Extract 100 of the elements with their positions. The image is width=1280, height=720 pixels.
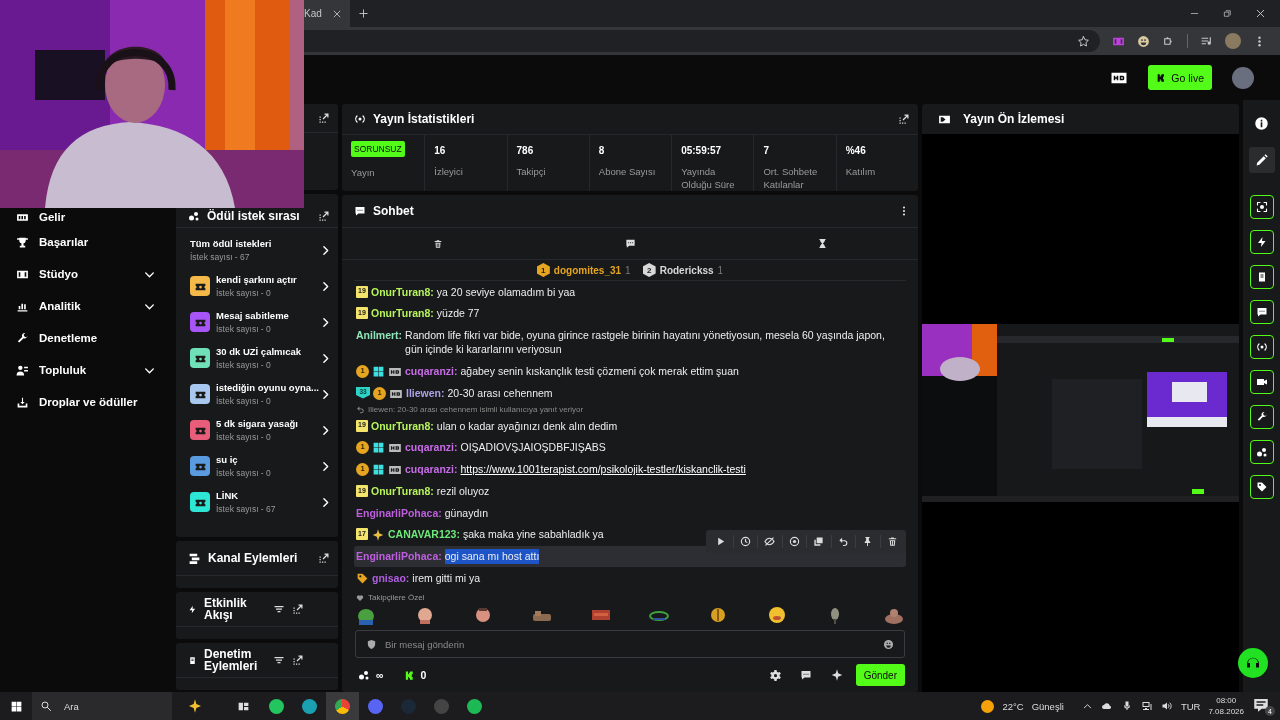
message-field[interactable]: Bir mesaj gönderin xyxy=(355,630,905,658)
popout-icon[interactable] xyxy=(292,654,304,666)
tool-button[interactable] xyxy=(1249,265,1274,289)
tool-button[interactable] xyxy=(1249,230,1274,254)
restore-button[interactable] xyxy=(1222,8,1233,19)
close-window-button[interactable] xyxy=(1255,8,1266,19)
nav-item[interactable]: Gelir xyxy=(0,208,172,226)
tool-button[interactable] xyxy=(1249,195,1274,219)
puzzle-icon[interactable] xyxy=(1162,34,1175,48)
shield-icon xyxy=(366,638,377,650)
new-tab-button[interactable] xyxy=(357,8,369,19)
reward-row[interactable]: LİNK İstek sayısı - 67 xyxy=(176,484,338,520)
speaker-icon[interactable] xyxy=(1160,700,1173,712)
popout-icon[interactable] xyxy=(318,112,330,124)
media-icon[interactable] xyxy=(1200,34,1213,48)
badge-icon xyxy=(372,463,385,476)
popout-icon[interactable] xyxy=(318,209,330,222)
filter-button[interactable] xyxy=(273,654,285,666)
dots-icon xyxy=(1255,446,1268,458)
username[interactable]: CANAVAR123: xyxy=(388,527,460,542)
popout-icon[interactable] xyxy=(318,552,330,564)
search-field[interactable]: Ara xyxy=(32,692,172,720)
close-icon xyxy=(331,8,342,19)
tool-button[interactable] xyxy=(1249,370,1274,394)
gifter-name[interactable]: dogomites_31 xyxy=(553,264,622,276)
reward-row[interactable]: su iç İstek sayısı - 0 xyxy=(176,448,338,484)
username[interactable]: cuqaranzi: xyxy=(405,363,458,378)
filter-button[interactable] xyxy=(273,603,285,615)
username[interactable]: OnurTuran8: xyxy=(371,284,434,299)
message-text: Random life fikri var bide, oyuna girince rastgele birinin hayatını yönetiyosun, mesela 60 yaşında japon, gün içinde ki kararlarını veriyosun xyxy=(405,327,886,357)
settings-button[interactable] xyxy=(768,668,782,682)
at-icon xyxy=(788,535,800,547)
nav-item[interactable]: Topluluk xyxy=(0,354,172,386)
broadcast-icon xyxy=(354,113,366,125)
chat-button[interactable] xyxy=(799,669,812,681)
username[interactable]: OnurTuran8: xyxy=(371,418,434,433)
gifter-name[interactable]: Roderickss xyxy=(659,264,714,276)
username[interactable]: OnurTuran8: xyxy=(371,306,434,321)
reward-row[interactable]: 5 dk sigara yasağı İstek sayısı - 0 xyxy=(176,412,338,448)
username[interactable]: cuqaranzi: xyxy=(405,440,458,455)
nav-item[interactable]: Stüdyo xyxy=(0,258,172,290)
language-indicator[interactable]: TUR xyxy=(1180,700,1201,712)
k-icon xyxy=(1156,72,1167,83)
username[interactable]: Anilmert: xyxy=(356,327,403,342)
reply-icon xyxy=(356,405,365,414)
send-button[interactable]: Gönder xyxy=(855,664,905,686)
tab-title[interactable]: Kad xyxy=(304,8,322,19)
user-avatar[interactable] xyxy=(1232,66,1254,89)
panel-title: Kanal Eylemleri xyxy=(208,551,299,565)
reward-row[interactable]: istediğin oyunu oyna... İstek sayısı - 0 xyxy=(176,376,338,412)
network-icon[interactable] xyxy=(1140,700,1153,712)
profile-avatar[interactable] xyxy=(1225,33,1241,49)
stat-label: Yayın xyxy=(351,166,376,179)
edit-button[interactable] xyxy=(1248,147,1275,173)
panel-title: Yayın İstatistikleri xyxy=(373,112,476,126)
cloud-icon[interactable] xyxy=(1100,700,1113,712)
chat-icon xyxy=(624,238,636,249)
stat-value: 8 xyxy=(598,145,605,156)
username[interactable]: gnisao: xyxy=(372,570,410,585)
username[interactable]: cuqaranzi: xyxy=(405,462,458,477)
chat-icon xyxy=(1255,306,1268,318)
stat-value: 05:59:57 xyxy=(681,145,722,156)
message-link[interactable]: https://www.1001terapist.com/psikolojik-testler/kiskanclik-testi xyxy=(460,462,746,477)
tool-button[interactable] xyxy=(1249,440,1274,464)
extension-icon[interactable] xyxy=(1137,34,1150,48)
reward-row[interactable]: 30 dk UZİ çalmıcak İstek sayısı - 0 xyxy=(176,340,338,376)
app-icon[interactable] xyxy=(326,692,359,720)
popout-icon[interactable] xyxy=(898,113,910,125)
wrench-icon xyxy=(16,331,29,345)
tool-button[interactable] xyxy=(1249,335,1274,359)
username[interactable]: OnurTuran8: xyxy=(371,484,434,499)
nav-item[interactable]: Analitik xyxy=(0,290,172,322)
message-text: ağabey senin kıskançlık testi çözmeni çok merak ettim şuan xyxy=(460,363,739,378)
clock-date[interactable]: 7.08.2026 xyxy=(1208,706,1244,717)
nav-item[interactable]: Droplar ve ödüller xyxy=(0,386,172,418)
username[interactable]: Iliewen: xyxy=(406,385,445,400)
popout-icon[interactable] xyxy=(292,603,304,615)
nav-item[interactable]: Başarılar xyxy=(0,226,172,258)
tool-button[interactable] xyxy=(1249,300,1274,324)
username[interactable]: EnginarliPohaca: xyxy=(356,505,442,520)
message-text: rezil oluyoz xyxy=(436,484,490,499)
camera-icon xyxy=(1255,376,1268,388)
emote-icon[interactable] xyxy=(766,605,787,625)
support-button[interactable] xyxy=(1237,648,1268,678)
tool-button[interactable] xyxy=(1249,475,1274,499)
message-input[interactable]: Bir mesaj gönderin xyxy=(385,638,875,650)
close-tab-button[interactable] xyxy=(331,8,342,19)
clock-time[interactable]: 08:00 xyxy=(1216,695,1237,706)
close-icon xyxy=(1255,8,1266,19)
reward-row[interactable]: kendi şarkını açtır İstek sayısı - 0 xyxy=(176,268,338,304)
tool-button[interactable] xyxy=(1249,405,1274,429)
clock-icon xyxy=(739,535,751,547)
username[interactable]: EnginarliPohaca: xyxy=(356,549,442,564)
nav-item[interactable]: Denetleme xyxy=(0,322,172,354)
reward-row[interactable]: Tüm ödül istekleri İstek sayısı - 67 xyxy=(176,232,338,268)
notifications-icon[interactable] xyxy=(1252,696,1270,714)
bolt-icon xyxy=(1255,236,1268,248)
reward-row[interactable]: Mesaj sabitleme İstek sayısı - 0 xyxy=(176,304,338,340)
go-live-button[interactable]: Go live xyxy=(1148,65,1212,90)
coin-icon xyxy=(403,669,415,681)
